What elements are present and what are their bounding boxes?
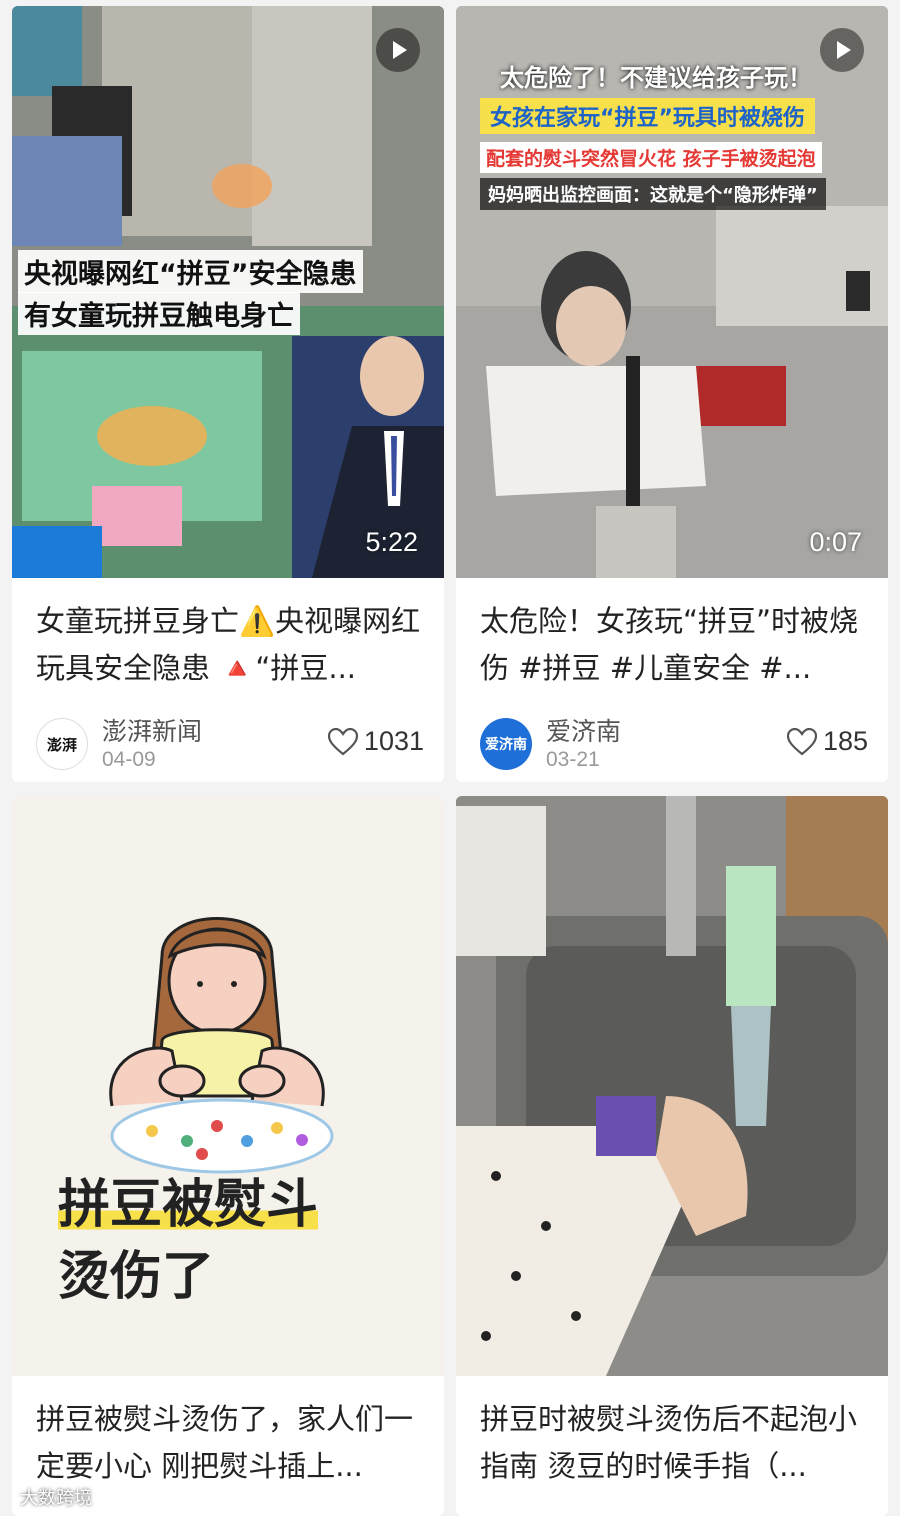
overlay-subheadline: 配套的熨斗突然冒火花 孩子手被烫起泡 <box>480 142 822 173</box>
like-count: 1031 <box>363 726 424 756</box>
feed-card-4[interactable]: 拼豆时被熨斗烫伤后不起泡小指南 烫豆的时候手指（... <box>456 796 888 1516</box>
feed-card-2[interactable]: 太危险了！不建议给孩子玩！ 女孩在家玩“拼豆”玩具时被烧伤 配套的熨斗突然冒火花… <box>456 6 888 782</box>
overlay-caption: 妈妈晒出监控画面：这就是个“隐形炸弹” <box>480 178 826 210</box>
video-thumbnail[interactable]: 太危险了！不建议给孩子玩！ 女孩在家玩“拼豆”玩具时被烧伤 配套的熨斗突然冒火花… <box>456 6 888 578</box>
overlay-headline-2: 有女童玩拼豆触电身亡 <box>18 292 300 335</box>
play-icon[interactable] <box>820 28 864 72</box>
sink-photo-illustration <box>456 796 888 1376</box>
author-avatar[interactable]: 爱济南 <box>480 718 532 770</box>
overlay-warning: 太危险了！不建议给孩子玩！ <box>500 64 812 92</box>
heart-icon <box>786 727 817 755</box>
cover-headline-1: 拼豆被熨斗 <box>58 1162 319 1237</box>
video-thumbnail[interactable]: 央视曝网红“拼豆”安全隐患 有女童玩拼豆触电身亡 5:22 <box>12 6 444 578</box>
like-button[interactable]: 1031 <box>327 726 424 757</box>
like-count: 185 <box>822 726 868 756</box>
author-name[interactable]: 爱济南 <box>546 712 621 748</box>
overlay-headline-1: 央视曝网红“拼豆”安全隐患 <box>18 250 363 293</box>
author-row: 澎湃 澎湃新闻 04-09 1031 <box>36 712 424 776</box>
video-duration: 5:22 <box>365 527 418 557</box>
feed-card-3[interactable]: 拼豆被熨斗 烫伤了 拼豆被熨斗烫伤了，家人们一定要小心 刚把熨斗插上... 大数… <box>12 796 444 1516</box>
like-button[interactable]: 185 <box>786 726 868 757</box>
author-avatar[interactable]: 澎湃 <box>36 718 88 770</box>
post-cover-image[interactable] <box>456 796 888 1376</box>
author-row: 爱济南 爱济南 03-21 185 <box>480 712 868 776</box>
card-title[interactable]: 拼豆时被熨斗烫伤后不起泡小指南 烫豆的时候手指（... <box>480 1396 868 1492</box>
video-duration: 0:07 <box>809 527 862 557</box>
girl-illustration <box>109 917 334 1174</box>
post-cover-image[interactable]: 拼豆被熨斗 烫伤了 <box>12 796 444 1376</box>
heart-icon <box>327 727 358 755</box>
card-title[interactable]: 太危险！女孩玩“拼豆”时被烧伤 #拼豆 #儿童安全 #... <box>480 598 868 694</box>
cover-headline-2: 烫伤了 <box>58 1247 215 1307</box>
overlay-headline: 女孩在家玩“拼豆”玩具时被烧伤 <box>480 98 815 134</box>
card-title[interactable]: 拼豆被熨斗烫伤了，家人们一定要小心 刚把熨斗插上... <box>36 1396 424 1492</box>
author-name[interactable]: 澎湃新闻 <box>102 712 202 748</box>
watermark: 大数跨境 <box>20 1488 92 1509</box>
post-date: 03-21 <box>546 748 600 771</box>
feed-card-1[interactable]: 央视曝网红“拼豆”安全隐患 有女童玩拼豆触电身亡 5:22 女童玩拼豆身亡⚠️央… <box>12 6 444 782</box>
play-icon[interactable] <box>376 28 420 72</box>
post-date: 04-09 <box>102 748 156 771</box>
card-title[interactable]: 女童玩拼豆身亡⚠️央视曝网红玩具安全隐患 🔺“拼豆... <box>36 598 424 694</box>
